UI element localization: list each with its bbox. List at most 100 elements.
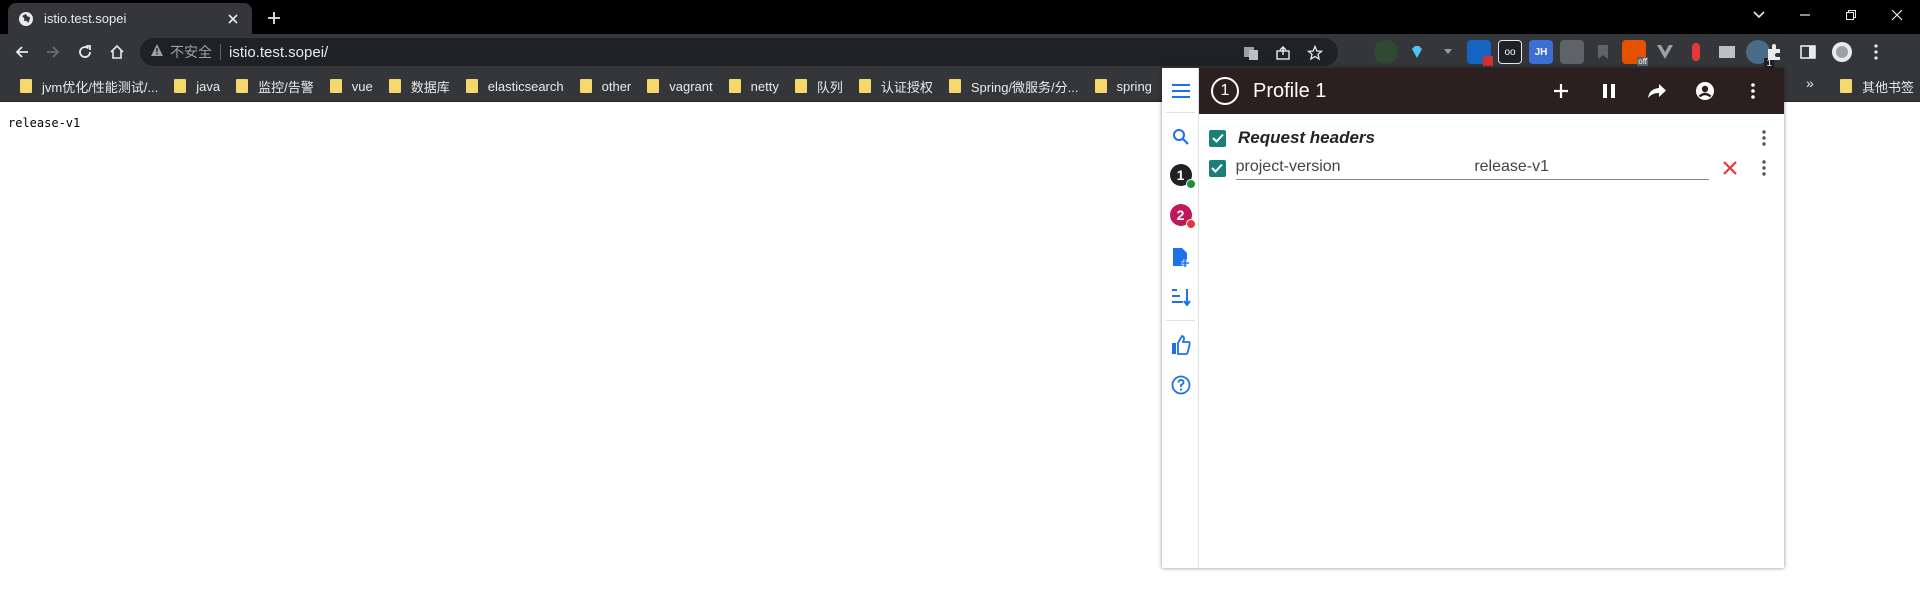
bookmark-folder[interactable]: vue [322, 72, 381, 100]
folder-icon [1094, 79, 1107, 93]
bookmark-label: spring [1116, 78, 1152, 94]
bookmarks-overflow-button[interactable]: » [1806, 75, 1814, 91]
toolbar-right-actions [1762, 40, 1888, 64]
section-more-icon[interactable] [1754, 126, 1774, 150]
extension-book-icon[interactable] [1715, 40, 1739, 64]
section-enable-checkbox[interactable] [1209, 129, 1226, 147]
bookmark-folder[interactable]: netty [721, 72, 787, 100]
extension-green-icon[interactable] [1374, 40, 1398, 64]
back-button[interactable] [8, 38, 36, 66]
menu-kebab-icon[interactable] [1864, 40, 1888, 64]
bookmark-folder[interactable]: 数据库 [381, 72, 458, 100]
other-bookmarks-folder[interactable]: 其他书签 [1840, 70, 1914, 102]
warning-icon[interactable] [150, 43, 164, 62]
hamburger-menu-icon[interactable] [1166, 76, 1195, 105]
add-file-icon[interactable] [1166, 242, 1195, 271]
share-icon[interactable] [1274, 44, 1292, 62]
folder-icon [236, 79, 249, 93]
bookmark-folder[interactable]: java [166, 72, 228, 100]
window-controls [1782, 0, 1920, 30]
address-bar[interactable]: 不安全 istio.test.sopei/ [140, 38, 1338, 66]
profile-number-badge[interactable]: 1 [1211, 77, 1239, 105]
folder-icon [579, 79, 592, 93]
folder-icon [174, 79, 187, 93]
browser-toolbar: 不安全 istio.test.sopei/ oo JH off 1 [0, 34, 1920, 70]
extension-vue-icon[interactable] [1653, 40, 1677, 64]
bookmark-folder[interactable]: elasticsearch [458, 72, 572, 100]
extension-calendar-icon[interactable] [1467, 40, 1493, 66]
tab-search-icon[interactable] [1745, 3, 1773, 27]
extension-off-icon[interactable]: off [1622, 40, 1648, 66]
profile-number: 1 [1176, 166, 1185, 183]
status-dot-icon [1185, 218, 1196, 229]
status-dot-icon [1185, 178, 1196, 189]
account-circle-icon[interactable] [1690, 76, 1720, 106]
header-more-icon[interactable] [1754, 156, 1774, 180]
browser-tab[interactable]: istio.test.sopei [8, 3, 252, 34]
home-button[interactable] [103, 38, 131, 66]
add-icon[interactable] [1546, 76, 1576, 106]
search-icon[interactable] [1166, 122, 1195, 151]
extensions-row: oo JH off 1 [1374, 40, 1774, 69]
bookmark-folder[interactable]: 监控/告警 [228, 72, 322, 100]
more-vert-icon[interactable] [1738, 76, 1768, 106]
bookmark-folder[interactable]: 队列 [787, 72, 851, 100]
bookmark-folder[interactable]: jvm优化/性能测试/... [12, 72, 166, 100]
bookmark-folder[interactable]: 认证授权 [851, 72, 941, 100]
extension-popup: 12 1 Profile 1 Request headers project-v… [1162, 68, 1784, 568]
bookmark-folder[interactable]: vagrant [639, 72, 720, 100]
sort-icon[interactable] [1166, 282, 1195, 311]
translate-icon[interactable] [1242, 44, 1260, 62]
folder-icon [794, 79, 807, 93]
minimize-button[interactable] [1782, 0, 1828, 30]
folder-icon [948, 79, 961, 93]
profile-number-badge: 1 [1169, 163, 1196, 189]
extension-jh-icon[interactable]: JH [1529, 40, 1553, 64]
extension-bookmark-icon[interactable] [1591, 40, 1615, 64]
close-tab-icon[interactable] [224, 10, 242, 28]
popup-sidebar: 12 [1162, 68, 1199, 568]
forward-button[interactable] [39, 38, 67, 66]
extension-gem-icon[interactable] [1405, 40, 1429, 64]
url-text[interactable]: istio.test.sopei/ [229, 44, 328, 61]
extension-red-icon[interactable] [1684, 40, 1708, 64]
profile-switch-button[interactable]: 1 [1166, 160, 1196, 189]
extension-glasses-icon[interactable]: oo [1498, 40, 1522, 64]
extension-dropdown-icon[interactable] [1436, 40, 1460, 64]
folder-icon [1840, 79, 1852, 93]
folder-icon [858, 79, 871, 93]
pause-icon[interactable] [1594, 76, 1624, 106]
restore-button[interactable] [1828, 0, 1874, 30]
header-value-input[interactable]: release-v1 [1474, 156, 1710, 180]
thumbs-up-icon[interactable] [1166, 330, 1195, 359]
sidebar-divider [1166, 320, 1195, 321]
bookmark-folder[interactable]: Spring/微服务/分... [941, 72, 1087, 100]
reload-button[interactable] [71, 38, 99, 66]
bookmark-label: elasticsearch [487, 78, 564, 94]
profile-avatar-icon[interactable] [1830, 40, 1854, 64]
folder-icon [647, 79, 660, 93]
bookmark-label: jvm优化/性能测试/... [42, 79, 159, 95]
omnibox-divider [220, 44, 221, 60]
folder-icon [329, 79, 342, 93]
profile-switch-button[interactable]: 2 [1166, 200, 1196, 229]
profile-title[interactable]: Profile 1 [1253, 80, 1546, 103]
security-label[interactable]: 不安全 [170, 42, 212, 62]
profile-number-badge: 2 [1169, 203, 1196, 229]
help-icon[interactable] [1166, 370, 1195, 399]
bookmark-folder[interactable]: spring [1087, 72, 1160, 100]
header-name-input[interactable]: project-version [1235, 156, 1475, 180]
share-arrow-icon[interactable] [1642, 76, 1672, 106]
extension-copy-icon[interactable] [1560, 40, 1584, 64]
close-window-button[interactable] [1874, 0, 1920, 30]
bookmark-folder[interactable]: other [572, 72, 640, 100]
bookmark-label: netty [750, 78, 779, 94]
new-tab-button[interactable] [262, 6, 286, 30]
section-heading-row: Request headers [1199, 124, 1784, 152]
side-panel-icon[interactable] [1796, 40, 1820, 64]
bookmark-star-icon[interactable] [1306, 44, 1324, 62]
bookmark-label: Spring/微服务/分... [970, 79, 1079, 95]
puzzle-icon[interactable] [1762, 40, 1786, 64]
delete-header-icon[interactable] [1715, 156, 1744, 180]
header-enable-checkbox[interactable] [1209, 159, 1226, 177]
